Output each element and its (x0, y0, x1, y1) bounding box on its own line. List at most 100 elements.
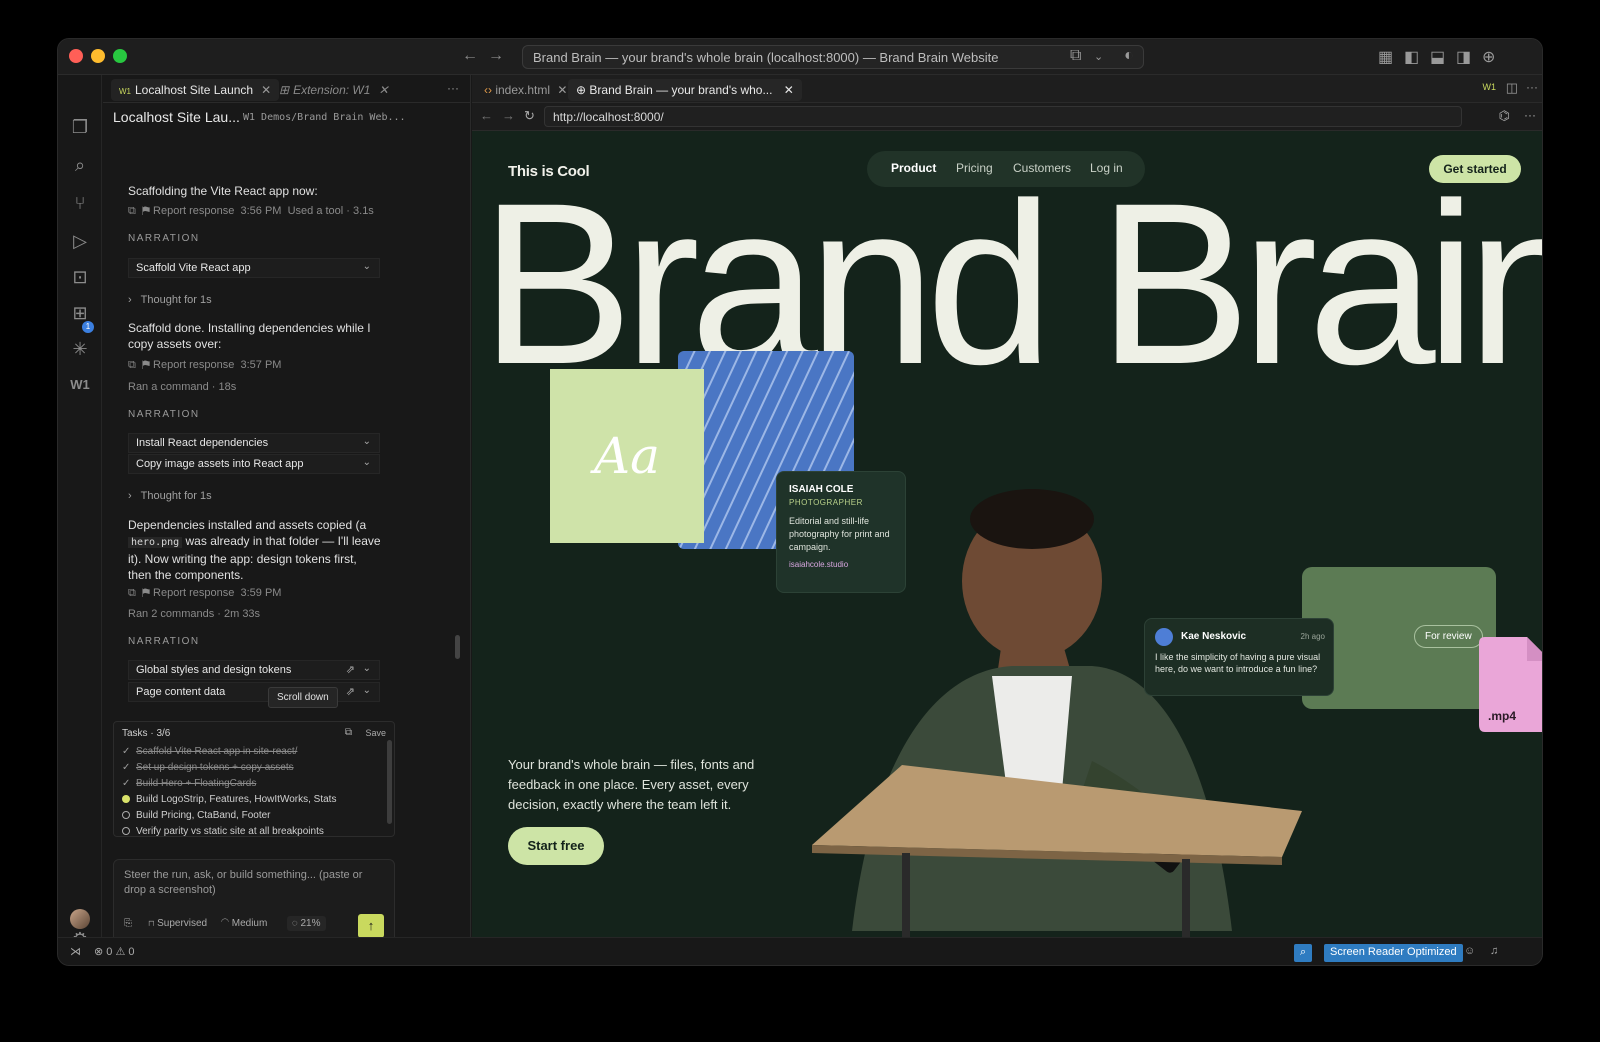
sparkle-icon[interactable]: ✳ (58, 339, 102, 360)
bell-icon[interactable]: ♫ (1490, 945, 1498, 957)
flag-icon[interactable]: ⚑ (142, 359, 150, 371)
tab-extension-w1[interactable]: ⊞ Extension: W1 ✕ (271, 79, 397, 101)
composer-toolbar: ⎘ ⊓ Supervised ◠ Medium ◌ 21% (124, 916, 326, 931)
attach-icon[interactable]: ⎘ (124, 918, 132, 929)
copy-icon[interactable]: ⧉ (128, 587, 136, 599)
copilot-icon[interactable]: ◐ (1124, 47, 1134, 65)
chat-icon[interactable]: ⧉ (1070, 47, 1081, 65)
task-text: Build Pricing, CtaBand, Footer (136, 810, 271, 821)
context-usage[interactable]: ◌ 21% (286, 916, 326, 931)
step-global-styles[interactable]: Global styles and design tokens ⇗ ⌄ (128, 660, 380, 680)
check-icon: ✓ (122, 762, 131, 773)
start-free-button[interactable]: Start free (508, 827, 604, 865)
close-icon[interactable]: ✕ (378, 83, 388, 97)
step-page-content[interactable]: Page content data ⇗ ⌄ (128, 682, 380, 702)
run-debug-icon[interactable]: ▷ (58, 231, 102, 252)
layout-icon[interactable]: ▦ (1378, 47, 1393, 67)
more-icon[interactable]: ··· (1526, 80, 1538, 94)
close-icon[interactable]: ✕ (784, 83, 794, 97)
command-summary[interactable]: Ran 2 commands · 2m 33s (128, 608, 260, 620)
tasks-scrollbar[interactable] (387, 740, 392, 824)
toggle-secondary-sidebar-icon[interactable]: ◨ (1456, 47, 1471, 67)
report-response-link[interactable]: Report response (153, 359, 234, 371)
send-button[interactable]: ↑ (358, 914, 384, 938)
profile-link[interactable]: isaiahcole.studio (789, 560, 893, 569)
maximize-window-button[interactable] (113, 49, 127, 63)
tasks-save-button[interactable]: Save (365, 728, 386, 738)
ide-window: ← → Brand Brain — your brand's whole bra… (57, 38, 1543, 966)
more-icon[interactable]: ··· (447, 81, 459, 95)
narration-label: NARRATION (128, 636, 200, 647)
url-input[interactable]: http://localhost:8000/ (544, 106, 1462, 127)
tab-localhost-site-launch[interactable]: W1 Localhost Site Launch ✕ (111, 79, 280, 101)
flag-icon[interactable]: ⚑ (142, 587, 150, 599)
files-icon[interactable]: ❐ (58, 117, 102, 138)
flag-icon[interactable]: ⚑ (142, 205, 150, 217)
remote-icon[interactable]: ⊡ (58, 267, 102, 288)
chevron-down-icon: ⌄ (362, 457, 371, 468)
report-response-link[interactable]: Report response (153, 205, 234, 217)
w1-extension-icon[interactable]: W1 (58, 377, 102, 392)
composer[interactable]: Steer the run, ask, or build something..… (113, 859, 395, 947)
split-editor-icon[interactable]: ◫ (1506, 80, 1518, 96)
open-external-icon[interactable]: ⇗ (346, 663, 355, 676)
forward-arrow-icon[interactable]: → (502, 108, 515, 123)
close-icon[interactable]: ✕ (557, 83, 567, 97)
minimize-window-button[interactable] (91, 49, 105, 63)
profile-name: ISAIAH COLE (789, 484, 854, 495)
close-window-button[interactable] (69, 49, 83, 63)
problems-indicator[interactable]: ⊗ 0 ⚠ 0 (94, 945, 135, 958)
reload-icon[interactable]: ↻ (524, 108, 535, 124)
step-copy-assets[interactable]: Copy image assets into React app ⌄ (128, 454, 380, 474)
w1-icon[interactable]: W1 (1483, 82, 1497, 92)
chevron-down-icon: ⌄ (362, 685, 371, 696)
composer-input[interactable]: Steer the run, ask, or build something..… (124, 868, 384, 898)
back-arrow-icon[interactable]: ← (480, 108, 493, 123)
tab-brand-brain-preview[interactable]: ⊕ Brand Brain — your brand's who... ✕ (568, 79, 802, 101)
extensions-badge: 1 (82, 321, 94, 333)
step-scaffold-vite[interactable]: Scaffold Vite React app ⌄ (128, 258, 380, 278)
panel-scrollbar[interactable] (455, 635, 460, 659)
report-response-link[interactable]: Report response (153, 587, 234, 599)
for-review-button[interactable]: For review (1414, 625, 1483, 648)
copilot-status-icon[interactable]: ☺ (1464, 945, 1475, 957)
narration-label: NARRATION (128, 233, 200, 244)
copy-icon[interactable]: ⧉ (128, 359, 136, 371)
step-install-deps[interactable]: Install React dependencies ⌄ (128, 433, 380, 453)
pending-circle-icon (122, 827, 130, 835)
source-control-icon[interactable]: ⑂ (58, 193, 102, 214)
toggle-sidebar-icon[interactable]: ◧ (1404, 47, 1419, 67)
task-item: Build Pricing, CtaBand, Footer (122, 810, 271, 821)
extensions-icon[interactable]: ⊞ (58, 303, 102, 324)
command-center[interactable]: Brand Brain — your brand's whole brain (… (522, 45, 1144, 69)
task-text: Verify parity vs static site at all brea… (136, 826, 324, 837)
close-icon[interactable]: ✕ (261, 83, 271, 97)
chevron-down-icon: ⌄ (362, 436, 371, 447)
zoom-icon[interactable]: ⌕ (1294, 944, 1313, 962)
remote-indicator-icon[interactable]: ⋊ (70, 945, 81, 958)
forward-arrow-icon[interactable]: → (488, 47, 504, 65)
devtools-icon[interactable]: ⌬ (1499, 108, 1510, 124)
search-icon[interactable]: ⌕ (58, 155, 102, 176)
tasks-list: Tasks · 3/6 ⧉ Save ✓ Scaffold Vite React … (113, 721, 395, 837)
open-external-icon[interactable]: ⇗ (346, 685, 355, 698)
thought-toggle[interactable]: › Thought for 1s (128, 294, 212, 306)
back-arrow-icon[interactable]: ← (462, 47, 478, 65)
effort-selector[interactable]: Medium (232, 918, 268, 929)
command-summary[interactable]: Ran a command · 18s (128, 381, 236, 393)
account-avatar[interactable] (70, 909, 90, 929)
copy-icon[interactable]: ⧉ (345, 727, 352, 738)
hero-photo-desk (812, 765, 1302, 937)
more-icon[interactable]: ··· (1524, 108, 1536, 122)
toggle-panel-icon[interactable]: ⬓ (1430, 47, 1445, 67)
screen-reader-status[interactable]: Screen Reader Optimized (1324, 944, 1463, 962)
thought-toggle[interactable]: › Thought for 1s (128, 490, 212, 502)
chevron-down-icon[interactable]: ⌄ (1094, 50, 1103, 63)
copy-icon[interactable]: ⧉ (128, 205, 136, 217)
chevron-down-icon: ⌄ (362, 261, 371, 272)
globe-icon[interactable]: ⊕ (1482, 47, 1495, 67)
tab-index-html[interactable]: ‹› index.html ✕ (476, 79, 575, 101)
check-icon: ✓ (122, 778, 131, 789)
mode-selector[interactable]: Supervised (157, 918, 207, 929)
gauge-icon: ◠ (221, 918, 229, 929)
